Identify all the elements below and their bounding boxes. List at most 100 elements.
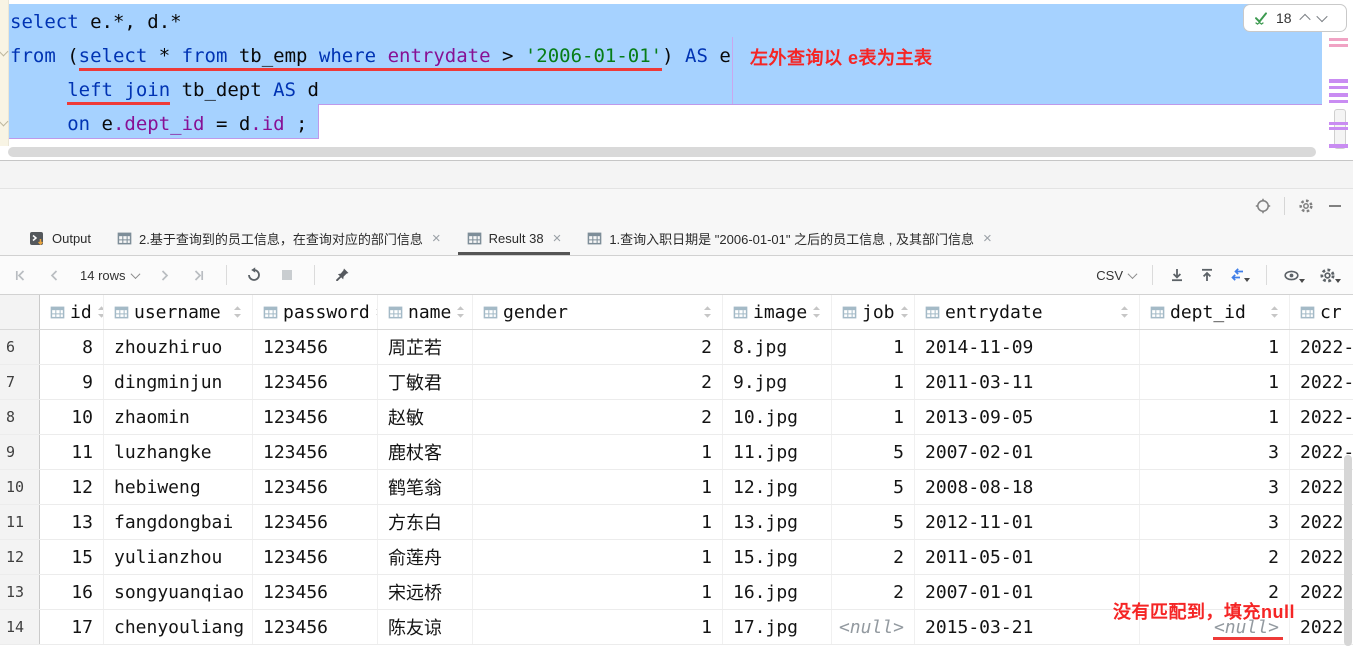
- cell-username[interactable]: yulianzhou: [104, 540, 253, 574]
- cell-image[interactable]: 12.jpg: [723, 470, 832, 504]
- sort-icon[interactable]: [233, 305, 242, 319]
- cell-password[interactable]: 123456: [253, 540, 378, 574]
- cell-name[interactable]: 方东白: [378, 505, 473, 539]
- stripe-mark[interactable]: [1329, 38, 1348, 41]
- cell-entrydate[interactable]: 2013-09-05: [915, 400, 1140, 434]
- cell-dept_id[interactable]: 1: [1140, 330, 1290, 364]
- cell-gender[interactable]: 1: [473, 610, 723, 644]
- row-number[interactable]: 11: [0, 505, 40, 539]
- stripe-mark[interactable]: [1329, 100, 1348, 103]
- row-number[interactable]: 8: [0, 400, 40, 434]
- cell-dept_id[interactable]: 3: [1140, 435, 1290, 469]
- cell-entrydate[interactable]: 2008-08-18: [915, 470, 1140, 504]
- cell-image[interactable]: 13.jpg: [723, 505, 832, 539]
- cell-entrydate[interactable]: 2011-03-11: [915, 365, 1140, 399]
- cell-name[interactable]: 丁敏君: [378, 365, 473, 399]
- column-header-dept_id[interactable]: dept_id: [1140, 295, 1290, 329]
- row-number[interactable]: 10: [0, 470, 40, 504]
- cell-entrydate[interactable]: 2014-11-09: [915, 330, 1140, 364]
- cell-id[interactable]: 10: [40, 400, 104, 434]
- cell-password[interactable]: 123456: [253, 505, 378, 539]
- cell-dept_id[interactable]: 1: [1140, 400, 1290, 434]
- cell-id[interactable]: 13: [40, 505, 104, 539]
- cell-image[interactable]: 10.jpg: [723, 400, 832, 434]
- close-icon[interactable]: ×: [983, 231, 992, 246]
- cell-id[interactable]: 9: [40, 365, 104, 399]
- row-number[interactable]: 7: [0, 365, 40, 399]
- column-header-gender[interactable]: gender: [473, 295, 723, 329]
- cell-password[interactable]: 123456: [253, 610, 378, 644]
- row-number[interactable]: 14: [0, 610, 40, 644]
- column-header-cr[interactable]: cr: [1290, 295, 1353, 329]
- prev-page-icon[interactable]: [46, 267, 63, 284]
- column-header-entrydate[interactable]: entrydate: [915, 295, 1140, 329]
- stripe-mark[interactable]: [1329, 144, 1348, 148]
- cell-job[interactable]: 5: [832, 505, 915, 539]
- cell-gender[interactable]: 2: [473, 365, 723, 399]
- cell-gender[interactable]: 1: [473, 435, 723, 469]
- gutter-header-cell[interactable]: [0, 295, 40, 329]
- cell-id[interactable]: 8: [40, 330, 104, 364]
- cell-gender[interactable]: 2: [473, 400, 723, 434]
- stop-icon[interactable]: [279, 267, 295, 283]
- sort-icon[interactable]: [456, 305, 465, 319]
- cell-gender[interactable]: 2: [473, 330, 723, 364]
- cell-job[interactable]: 1: [832, 400, 915, 434]
- tab-result-3[interactable]: 1.查询入职日期是 "2006-01-01" 之后的员工信息 , 及其部门信息×: [574, 222, 1004, 255]
- row-number[interactable]: 13: [0, 575, 40, 609]
- cell-gender[interactable]: 1: [473, 470, 723, 504]
- cell-job[interactable]: 1: [832, 365, 915, 399]
- cell-cr[interactable]: 2022-: [1290, 400, 1353, 434]
- fold-marker-icon[interactable]: [0, 47, 8, 57]
- cell-password[interactable]: 123456: [253, 470, 378, 504]
- fold-marker-icon[interactable]: [0, 117, 8, 127]
- cell-id[interactable]: 11: [40, 435, 104, 469]
- cell-name[interactable]: 赵敏: [378, 400, 473, 434]
- cell-name[interactable]: 鹿杖客: [378, 435, 473, 469]
- grid-vscrollbar[interactable]: [1344, 455, 1352, 646]
- minimize-icon[interactable]: [1327, 198, 1343, 214]
- cell-job[interactable]: 1: [832, 330, 915, 364]
- sort-icon[interactable]: [812, 305, 821, 319]
- cell-job[interactable]: 2: [832, 575, 915, 609]
- cell-id[interactable]: 17: [40, 610, 104, 644]
- cell-gender[interactable]: 1: [473, 575, 723, 609]
- stripe-mark[interactable]: [1329, 122, 1348, 125]
- pin-icon[interactable]: [334, 267, 350, 283]
- sort-icon[interactable]: [97, 305, 104, 319]
- cell-image[interactable]: 16.jpg: [723, 575, 832, 609]
- column-header-image[interactable]: image: [723, 295, 832, 329]
- cell-id[interactable]: 12: [40, 470, 104, 504]
- tab-result-1[interactable]: 2.基于查询到的员工信息，在查询对应的部门信息×: [104, 222, 454, 255]
- cell-image[interactable]: 9.jpg: [723, 365, 832, 399]
- cell-image[interactable]: 15.jpg: [723, 540, 832, 574]
- upload-icon[interactable]: [1199, 267, 1215, 283]
- cell-job[interactable]: 2: [832, 540, 915, 574]
- cell-username[interactable]: hebiweng: [104, 470, 253, 504]
- cell-dept_id[interactable]: 3: [1140, 505, 1290, 539]
- cell-name[interactable]: 鹤笔翁: [378, 470, 473, 504]
- sort-icon[interactable]: [703, 305, 712, 319]
- last-page-icon[interactable]: [190, 267, 207, 284]
- cell-password[interactable]: 123456: [253, 575, 378, 609]
- cell-entrydate[interactable]: 2012-11-01: [915, 505, 1140, 539]
- tab-output[interactable]: Output: [16, 222, 104, 255]
- target-icon[interactable]: [1255, 198, 1271, 214]
- splitter[interactable]: [0, 160, 1353, 188]
- stripe-mark[interactable]: [1329, 79, 1348, 83]
- cell-entrydate[interactable]: 2015-03-21: [915, 610, 1140, 644]
- eye-icon[interactable]: [1283, 267, 1305, 284]
- rows-dropdown[interactable]: 14 rows: [80, 268, 139, 283]
- cell-password[interactable]: 123456: [253, 400, 378, 434]
- cell-id[interactable]: 15: [40, 540, 104, 574]
- column-header-name[interactable]: name: [378, 295, 473, 329]
- stripe-mark[interactable]: [1329, 93, 1348, 97]
- sort-icon[interactable]: [1270, 305, 1279, 319]
- cell-gender[interactable]: 1: [473, 540, 723, 574]
- column-header-job[interactable]: job: [832, 295, 915, 329]
- csv-dropdown[interactable]: CSV: [1096, 268, 1136, 283]
- stripe-mark[interactable]: [1329, 127, 1348, 130]
- row-number[interactable]: 6: [0, 330, 40, 364]
- stripe-mark[interactable]: [1329, 86, 1348, 89]
- sort-icon[interactable]: [1120, 305, 1129, 319]
